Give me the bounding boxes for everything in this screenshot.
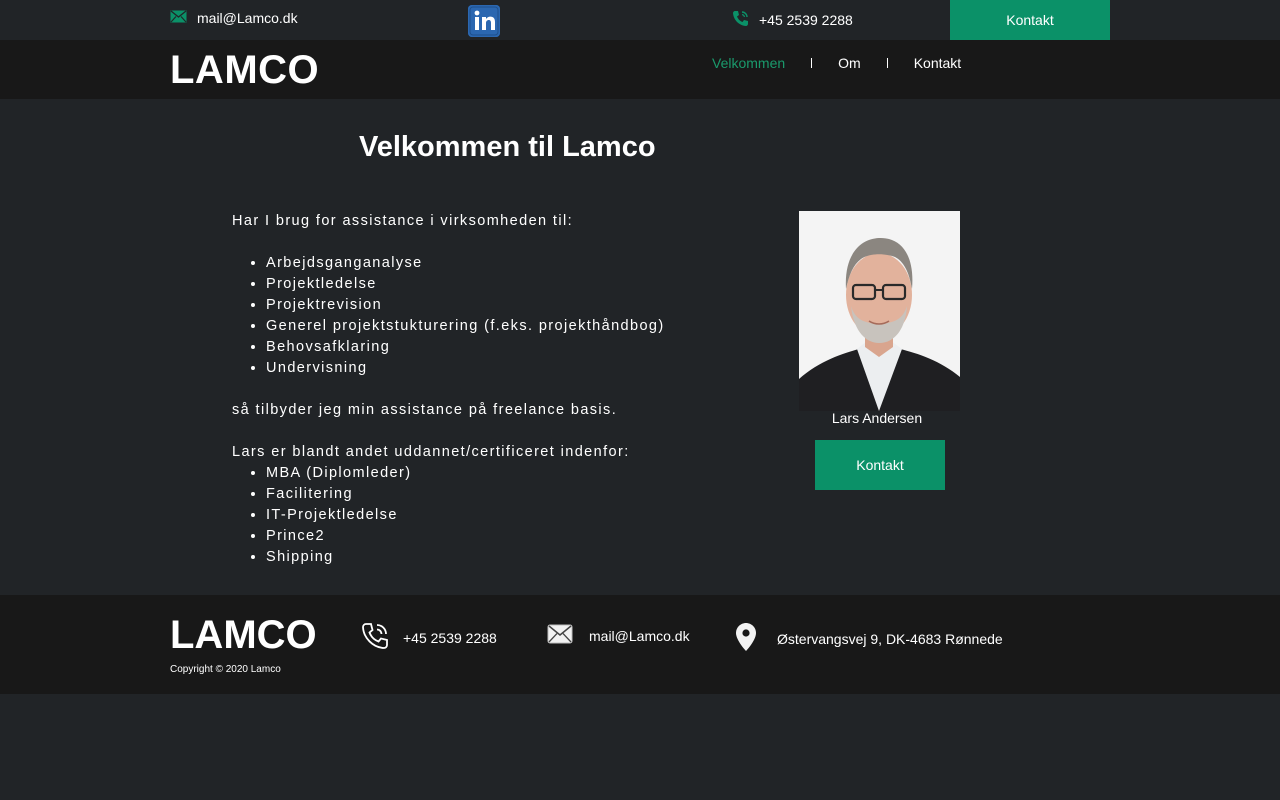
top-email-text: mail@Lamco.dk (197, 10, 298, 26)
footer-address: Østervangsvej 9, DK-4683 Rønnede (735, 622, 1003, 655)
nav-item-velkommen[interactable]: Velkommen (712, 55, 785, 71)
footer-email-link[interactable]: mail@Lamco.dk (547, 624, 690, 647)
portrait-photo (799, 211, 960, 411)
nav-item-om[interactable]: Om (838, 55, 861, 71)
top-contact-button[interactable]: Kontakt (950, 0, 1110, 40)
list-item: IT-Projektledelse (266, 505, 712, 526)
list-item: Generel projektstukturering (f.eks. proj… (266, 316, 712, 337)
site-footer: LAMCO Copyright © 2020 Lamco +45 2539 22… (0, 595, 1280, 694)
nav-divider (886, 58, 888, 68)
top-email-link[interactable]: mail@Lamco.dk (170, 10, 298, 26)
person-name: Lars Andersen (831, 410, 923, 426)
offer-text: så tilbyder jeg min assistance på freela… (232, 402, 618, 418)
list-item: Arbejdsganganalyse (266, 253, 712, 274)
site-logo[interactable]: LAMCO (170, 48, 319, 92)
footer-address-text: Østervangsvej 9, DK-4683 Rønnede (777, 630, 1003, 647)
nav-item-kontakt[interactable]: Kontakt (914, 55, 961, 71)
mail-icon (547, 624, 573, 647)
footer-logo: LAMCO (170, 613, 317, 657)
top-bar: mail@Lamco.dk +45 2539 2288 Kontakt (0, 0, 1280, 40)
footer-email-text: mail@Lamco.dk (589, 627, 690, 644)
site-header: LAMCO Velkommen Om Kontakt (0, 40, 1280, 99)
list-item: Facilitering (266, 484, 712, 505)
main-nav: Velkommen Om Kontakt (712, 55, 961, 71)
certifications-intro: Lars er blandt andet uddannet/certificer… (232, 444, 630, 460)
nav-divider (811, 58, 813, 68)
services-list: Arbejdsganganalyse Projektledelse Projek… (266, 253, 712, 379)
page-title: Velkommen til Lamco (359, 131, 656, 163)
mail-icon (170, 10, 187, 26)
top-phone-link[interactable]: +45 2539 2288 (732, 10, 853, 30)
contact-button[interactable]: Kontakt (815, 440, 945, 490)
intro-content: Har I brug for assistance i virksomheden… (232, 211, 712, 568)
list-item: Undervisning (266, 358, 712, 379)
linkedin-icon[interactable] (468, 5, 500, 37)
list-item: Shipping (266, 547, 712, 568)
intro-text: Har I brug for assistance i virksomheden… (232, 213, 574, 229)
list-item: Projektrevision (266, 295, 712, 316)
footer-phone-link[interactable]: +45 2539 2288 (361, 622, 497, 653)
list-item: Projektledelse (266, 274, 712, 295)
copyright-text: Copyright © 2020 Lamco (170, 664, 281, 675)
footer-phone-text: +45 2539 2288 (403, 629, 497, 646)
list-item: Behovsafklaring (266, 337, 712, 358)
top-phone-text: +45 2539 2288 (759, 12, 853, 28)
list-item: MBA (Diplomleder) (266, 463, 712, 484)
certifications-list: MBA (Diplomleder) Facilitering IT-Projek… (266, 463, 712, 568)
location-pin-icon (735, 622, 757, 655)
list-item: Prince2 (266, 526, 712, 547)
phone-icon (361, 622, 389, 653)
phone-icon (732, 10, 749, 30)
